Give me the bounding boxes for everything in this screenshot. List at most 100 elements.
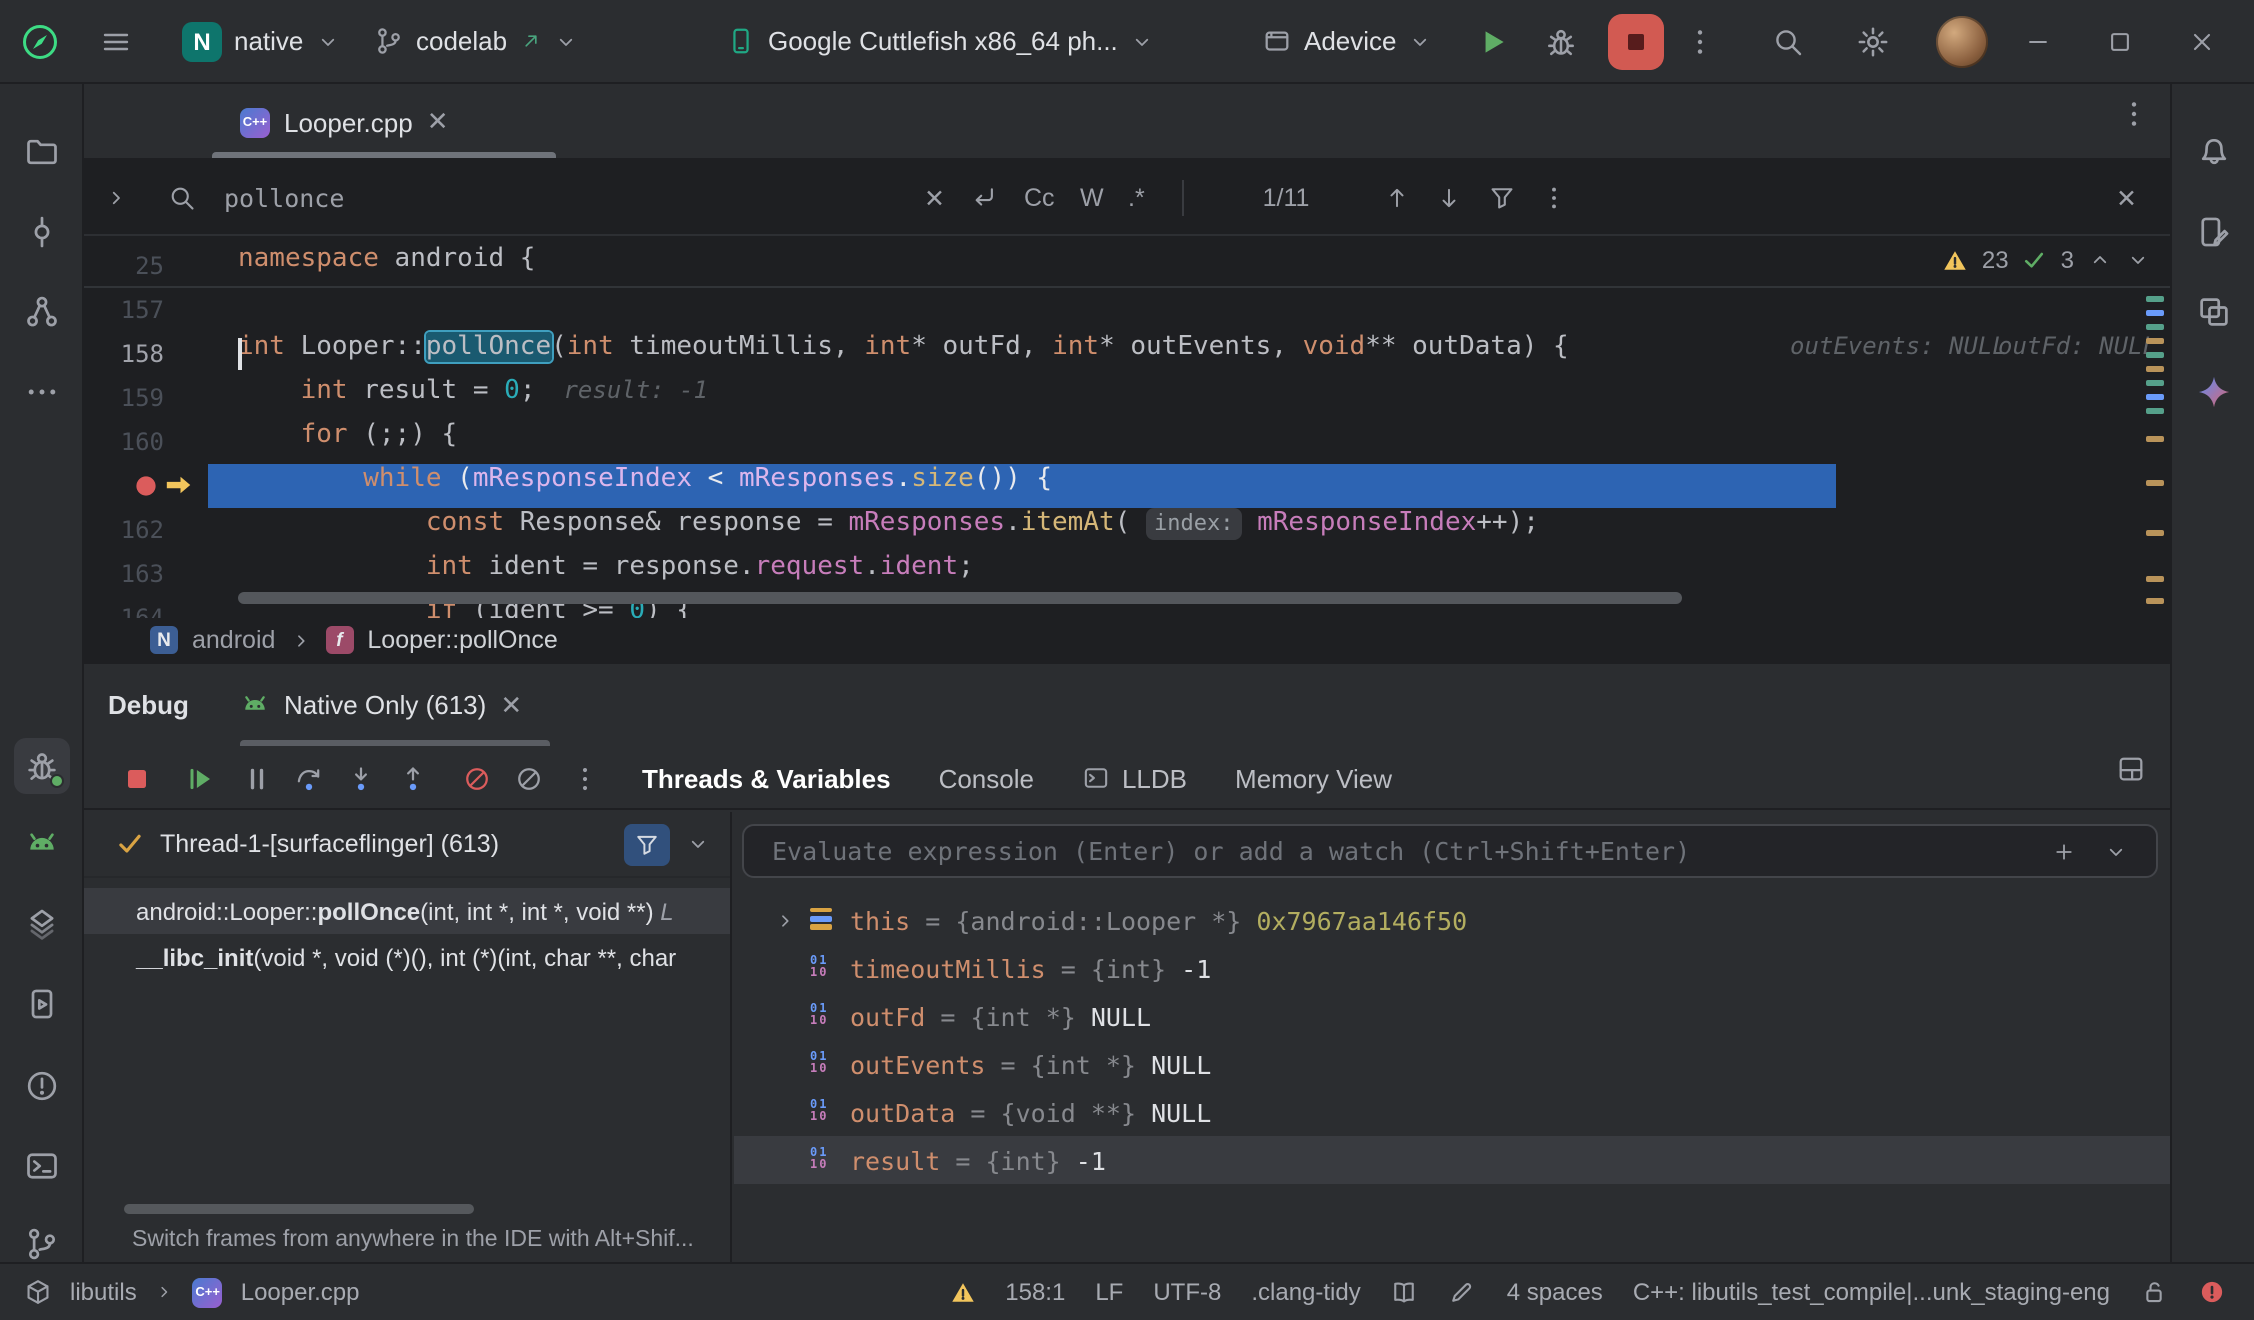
code-line[interactable]: while (mResponseIndex < mResponses.size(… <box>84 464 2170 508</box>
line-number[interactable]: 162 <box>84 508 164 552</box>
debug-session-tab[interactable]: Native Only (613) ✕ <box>240 664 522 746</box>
device-selector[interactable]: Google Cuttlefish x86_64 ph... <box>712 11 1168 71</box>
settings-gear-icon[interactable] <box>1856 24 1890 58</box>
code-line[interactable]: 157 <box>84 288 2170 332</box>
line-number[interactable]: 159 <box>84 376 164 420</box>
line-number[interactable]: 158 <box>84 332 164 376</box>
window-close-button[interactable] <box>2188 27 2216 55</box>
line-number[interactable]: 157 <box>84 288 164 332</box>
analyzer-status[interactable]: .clang-tidy <box>1251 1278 1360 1306</box>
variable-row[interactable]: 0110outEvents = {int *} NULL <box>734 1040 2170 1088</box>
previous-problem-icon[interactable] <box>2088 248 2112 272</box>
close-find-bar-icon[interactable]: ✕ <box>2116 182 2137 212</box>
code-line[interactable]: 159 int result = 0;result: -1 <box>84 376 2170 420</box>
add-watch-icon[interactable] <box>2052 839 2076 863</box>
layout-settings-icon[interactable] <box>2116 754 2146 784</box>
more-actions-icon[interactable] <box>1684 25 1716 57</box>
variable-row[interactable]: 0110result = {int} -1 <box>734 1136 2170 1184</box>
mute-breakpoints-icon[interactable] <box>452 754 500 802</box>
search-input[interactable]: pollonce <box>224 182 344 212</box>
run-button[interactable] <box>1476 24 1510 58</box>
layout-inspector-icon[interactable] <box>2186 284 2242 340</box>
error-indicator-icon[interactable] <box>2198 1278 2226 1306</box>
line-number[interactable]: 160 <box>84 420 164 464</box>
stop-button[interactable] <box>1608 13 1664 69</box>
status-module[interactable]: libutils <box>70 1278 137 1306</box>
breadcrumb-namespace[interactable]: android <box>192 626 275 654</box>
stripe-mark[interactable] <box>2146 598 2164 604</box>
stripe-mark[interactable] <box>2146 576 2164 582</box>
debug-view-tab[interactable]: LLDB <box>1082 763 1187 793</box>
problems-icon[interactable] <box>14 1058 70 1114</box>
lock-icon[interactable] <box>2140 1278 2168 1306</box>
structure-icon[interactable] <box>14 284 70 340</box>
whole-words-toggle[interactable]: W <box>1080 183 1104 211</box>
project-folder-icon[interactable] <box>14 124 70 180</box>
stack-frame-row[interactable]: android::Looper::pollOnce(int, int *, in… <box>84 888 730 934</box>
logcat-icon[interactable] <box>14 816 70 872</box>
previous-match-icon[interactable] <box>1384 184 1410 210</box>
inspections-widget[interactable]: 23 3 <box>1942 246 2150 274</box>
notifications-bell-icon[interactable] <box>2186 124 2242 180</box>
stripe-mark[interactable] <box>2146 310 2164 316</box>
variable-row[interactable]: 0110timeoutMillis = {int} -1 <box>734 944 2170 992</box>
search-options-icon[interactable] <box>1540 183 1568 211</box>
window-maximize-button[interactable] <box>2106 27 2134 55</box>
thread-filter-icon[interactable] <box>624 823 670 865</box>
variable-row[interactable]: this = {android::Looper *} 0x7967aa146f5… <box>734 896 2170 944</box>
device-manager-icon[interactable] <box>2186 204 2242 260</box>
step-over-icon[interactable] <box>284 754 332 802</box>
step-out-icon[interactable] <box>388 754 436 802</box>
project-widget[interactable]: N native <box>168 11 353 71</box>
indent-setting[interactable]: 4 spaces <box>1507 1278 1603 1306</box>
app-quality-insights-icon[interactable] <box>14 896 70 952</box>
line-number[interactable]: 25 <box>84 244 164 288</box>
search-everywhere-icon[interactable] <box>1772 25 1804 57</box>
line-number[interactable]: 164 <box>84 596 164 618</box>
stripe-mark[interactable] <box>2146 366 2164 372</box>
chevron-down-icon[interactable] <box>2104 839 2128 863</box>
regex-toggle[interactable]: .* <box>1128 183 1145 211</box>
newline-icon[interactable] <box>970 183 998 211</box>
search-icon[interactable] <box>168 183 196 211</box>
stop-icon[interactable] <box>112 754 160 802</box>
code-line[interactable]: 25namespace android { <box>84 244 2170 288</box>
debug-button[interactable] <box>1544 24 1578 58</box>
watches-off-icon[interactable] <box>504 754 552 802</box>
window-minimize-button[interactable] <box>2024 27 2052 55</box>
pause-icon[interactable] <box>232 754 280 802</box>
evaluate-expression-input[interactable]: Evaluate expression (Enter) or add a wat… <box>742 824 2158 878</box>
status-file[interactable]: Looper.cpp <box>241 1278 360 1306</box>
code-line[interactable]: 158int Looper::pollOnce(int timeoutMilli… <box>84 332 2170 376</box>
debug-tool-icon[interactable] <box>14 738 70 794</box>
line-number[interactable]: 163 <box>84 552 164 596</box>
thread-selector[interactable]: Thread-1-[surfaceflinger] (613) <box>84 812 730 878</box>
code-line[interactable]: 162 const Response& response = mResponse… <box>84 508 2170 552</box>
frames-hscrollbar[interactable] <box>124 1204 474 1214</box>
warning-icon[interactable] <box>949 1279 975 1305</box>
session-tab-close-icon[interactable]: ✕ <box>500 689 522 721</box>
main-menu-button[interactable] <box>100 25 132 57</box>
line-separator[interactable]: LF <box>1095 1278 1123 1306</box>
match-case-toggle[interactable]: Cc <box>1024 183 1055 211</box>
toolchain-status[interactable]: C++: libutils_test_compile|...unk_stagin… <box>1633 1278 2110 1306</box>
commit-icon[interactable] <box>14 204 70 260</box>
variable-row[interactable]: 0110outData = {void **} NULL <box>734 1088 2170 1136</box>
clear-search-icon[interactable]: ✕ <box>924 182 945 212</box>
file-encoding[interactable]: UTF-8 <box>1153 1278 1221 1306</box>
stack-frame-row[interactable]: __libc_init(void *, void (*)(), int (*)(… <box>84 934 730 980</box>
vcs-widget[interactable]: codelab <box>360 11 591 71</box>
stripe-mark[interactable] <box>2146 480 2164 486</box>
code-line[interactable]: 160 for (;;) { <box>84 420 2170 464</box>
breakpoint-icon[interactable] <box>132 472 160 500</box>
stripe-mark[interactable] <box>2146 436 2164 442</box>
step-into-icon[interactable] <box>336 754 384 802</box>
editor-hscrollbar[interactable] <box>238 592 1682 604</box>
editor-tab[interactable]: C++ Looper.cpp ✕ <box>212 84 477 160</box>
debug-view-tab[interactable]: Threads & Variables <box>642 763 891 793</box>
chevron-down-icon[interactable] <box>686 832 710 856</box>
highlighting-level-icon[interactable] <box>1449 1278 1477 1306</box>
more-tools-icon[interactable] <box>14 364 70 420</box>
debug-view-tab[interactable]: Memory View <box>1235 763 1392 793</box>
stripe-mark[interactable] <box>2146 296 2164 302</box>
